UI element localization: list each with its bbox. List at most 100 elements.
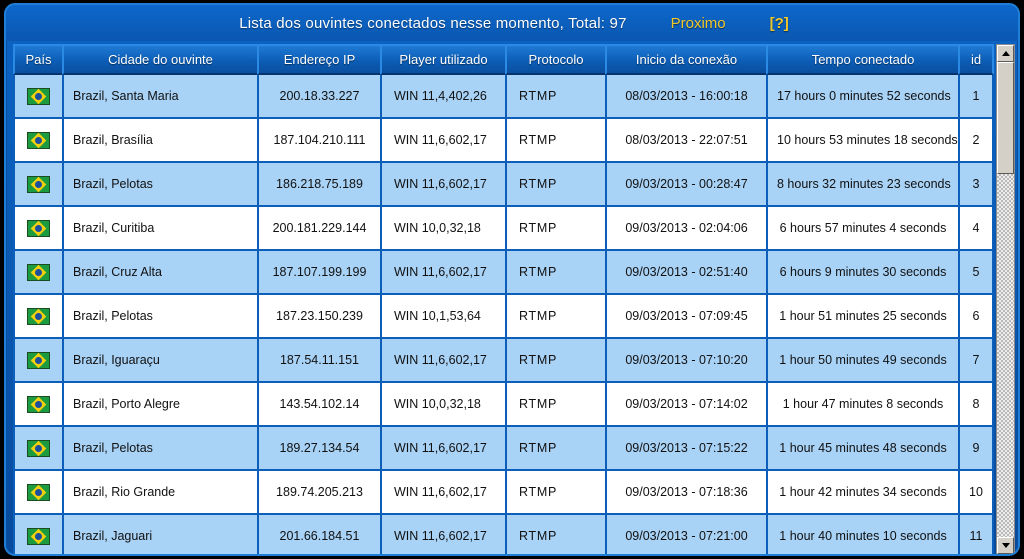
column-header-ip[interactable]: Endereço IP: [257, 44, 380, 75]
cell-country: [13, 163, 62, 207]
cell-protocol: RTMP: [505, 339, 605, 383]
listeners-table: País Cidade do ouvinte Endereço IP Playe…: [13, 44, 994, 554]
cell-start: 09/03/2013 - 02:51:40: [605, 251, 766, 295]
cell-country: [13, 75, 62, 119]
cell-city: Brazil, Curitiba: [62, 207, 257, 251]
cell-duration: 1 hour 50 minutes 49 seconds: [766, 339, 958, 383]
table-row[interactable]: Brazil, Brasília 187.104.210.111 WIN 11,6,…: [13, 119, 994, 163]
flag-brazil-icon: [27, 527, 50, 545]
cell-country: [13, 295, 62, 339]
flag-brazil-icon: [27, 307, 50, 325]
cell-duration: 1 hour 45 minutes 48 seconds: [766, 427, 958, 471]
cell-country: [13, 339, 62, 383]
cell-id: 2: [958, 119, 994, 163]
cell-duration: 1 hour 47 minutes 8 seconds: [766, 383, 958, 427]
cell-city: Brazil, Rio Grande: [62, 471, 257, 515]
cell-ip: 187.107.199.199: [257, 251, 380, 295]
cell-duration: 6 hours 57 minutes 4 seconds: [766, 207, 958, 251]
flag-brazil-icon: [27, 483, 50, 501]
column-header-duration[interactable]: Tempo conectado: [766, 44, 958, 75]
scrollbar-thumb[interactable]: [997, 62, 1014, 174]
cell-player: WIN 11,6,602,17: [380, 251, 505, 295]
cell-duration: 1 hour 40 minutes 10 seconds: [766, 515, 958, 554]
table-row[interactable]: Brazil, Cruz Alta 187.107.199.199 WIN 11,6…: [13, 251, 994, 295]
cell-start: 09/03/2013 - 02:04:06: [605, 207, 766, 251]
cell-ip: 189.27.134.54: [257, 427, 380, 471]
cell-ip: 186.218.75.189: [257, 163, 380, 207]
cell-id: 11: [958, 515, 994, 554]
cell-player: WIN 11,6,602,17: [380, 427, 505, 471]
scroll-down-button[interactable]: [997, 537, 1014, 554]
table-row[interactable]: Brazil, Iguaraçu 187.54.11.151 WIN 11,6,60…: [13, 339, 994, 383]
cell-ip: 187.23.150.239: [257, 295, 380, 339]
cell-start: 09/03/2013 - 07:09:45: [605, 295, 766, 339]
flag-brazil-icon: [27, 131, 50, 149]
cell-id: 1: [958, 75, 994, 119]
cell-city: Brazil, Pelotas: [62, 295, 257, 339]
cell-start: 09/03/2013 - 07:14:02: [605, 383, 766, 427]
cell-id: 7: [958, 339, 994, 383]
table-row[interactable]: Brazil, Porto Alegre 143.54.102.14 WIN 10,…: [13, 383, 994, 427]
cell-country: [13, 515, 62, 554]
column-header-player[interactable]: Player utilizado: [380, 44, 505, 75]
cell-city: Brazil, Brasília: [62, 119, 257, 163]
next-page-link[interactable]: Proximo: [671, 15, 726, 32]
column-header-id[interactable]: id: [958, 44, 994, 75]
cell-protocol: RTMP: [505, 251, 605, 295]
flag-brazil-icon: [27, 439, 50, 457]
table-row[interactable]: Brazil, Curitiba 200.181.229.144 WIN 10,0,…: [13, 207, 994, 251]
scrollbar-track[interactable]: [997, 174, 1014, 537]
table-row[interactable]: Brazil, Rio Grande 189.74.205.213 WIN 11,6…: [13, 471, 994, 515]
cell-duration: 17 hours 0 minutes 52 seconds: [766, 75, 958, 119]
cell-city: Brazil, Porto Alegre: [62, 383, 257, 427]
cell-city: Brazil, Pelotas: [62, 163, 257, 207]
cell-protocol: RTMP: [505, 471, 605, 515]
column-header-start[interactable]: Inicio da conexão: [605, 44, 766, 75]
cell-duration: 6 hours 9 minutes 30 seconds: [766, 251, 958, 295]
listeners-grid: País Cidade do ouvinte Endereço IP Playe…: [13, 44, 994, 554]
help-link[interactable]: [?]: [770, 15, 789, 32]
cell-country: [13, 471, 62, 515]
cell-protocol: RTMP: [505, 119, 605, 163]
cell-player: WIN 11,4,402,26: [380, 75, 505, 119]
cell-start: 09/03/2013 - 00:28:47: [605, 163, 766, 207]
flag-brazil-icon: [27, 263, 50, 281]
cell-player: WIN 11,6,602,17: [380, 471, 505, 515]
cell-player: WIN 11,6,602,17: [380, 515, 505, 554]
listeners-panel: Lista dos ouvintes conectados nesse mome…: [4, 3, 1020, 556]
cell-start: 09/03/2013 - 07:18:36: [605, 471, 766, 515]
cell-ip: 143.54.102.14: [257, 383, 380, 427]
cell-ip: 189.74.205.213: [257, 471, 380, 515]
cell-id: 6: [958, 295, 994, 339]
cell-id: 9: [958, 427, 994, 471]
table-header-row: País Cidade do ouvinte Endereço IP Playe…: [13, 44, 994, 75]
cell-city: Brazil, Jaguari: [62, 515, 257, 554]
arrow-up-icon: [1001, 51, 1010, 56]
column-header-protocol[interactable]: Protocolo: [505, 44, 605, 75]
table-row[interactable]: Brazil, Santa Maria 200.18.33.227 WIN 11,4…: [13, 75, 994, 119]
table-row[interactable]: Brazil, Pelotas 189.27.134.54 WIN 11,6,602…: [13, 427, 994, 471]
cell-id: 8: [958, 383, 994, 427]
cell-ip: 200.181.229.144: [257, 207, 380, 251]
column-header-city[interactable]: Cidade do ouvinte: [62, 44, 257, 75]
column-header-country[interactable]: País: [13, 44, 62, 75]
table-row[interactable]: Brazil, Jaguari 201.66.184.51 WIN 11,6,602…: [13, 515, 994, 554]
cell-country: [13, 383, 62, 427]
cell-protocol: RTMP: [505, 515, 605, 554]
flag-brazil-icon: [27, 175, 50, 193]
table-row[interactable]: Brazil, Pelotas 187.23.150.239 WIN 10,1,53…: [13, 295, 994, 339]
scroll-up-button[interactable]: [997, 45, 1014, 62]
table-body: Brazil, Santa Maria 200.18.33.227 WIN 11,4…: [13, 75, 994, 554]
table-row[interactable]: Brazil, Pelotas 186.218.75.189 WIN 11,6,60…: [13, 163, 994, 207]
cell-player: WIN 10,0,32,18: [380, 207, 505, 251]
vertical-scrollbar[interactable]: [996, 44, 1015, 554]
cell-start: 08/03/2013 - 22:07:51: [605, 119, 766, 163]
cell-country: [13, 207, 62, 251]
cell-protocol: RTMP: [505, 163, 605, 207]
cell-player: WIN 11,6,602,17: [380, 163, 505, 207]
cell-start: 09/03/2013 - 07:15:22: [605, 427, 766, 471]
cell-protocol: RTMP: [505, 75, 605, 119]
flag-brazil-icon: [27, 351, 50, 369]
flag-brazil-icon: [27, 87, 50, 105]
cell-duration: 1 hour 51 minutes 25 seconds: [766, 295, 958, 339]
